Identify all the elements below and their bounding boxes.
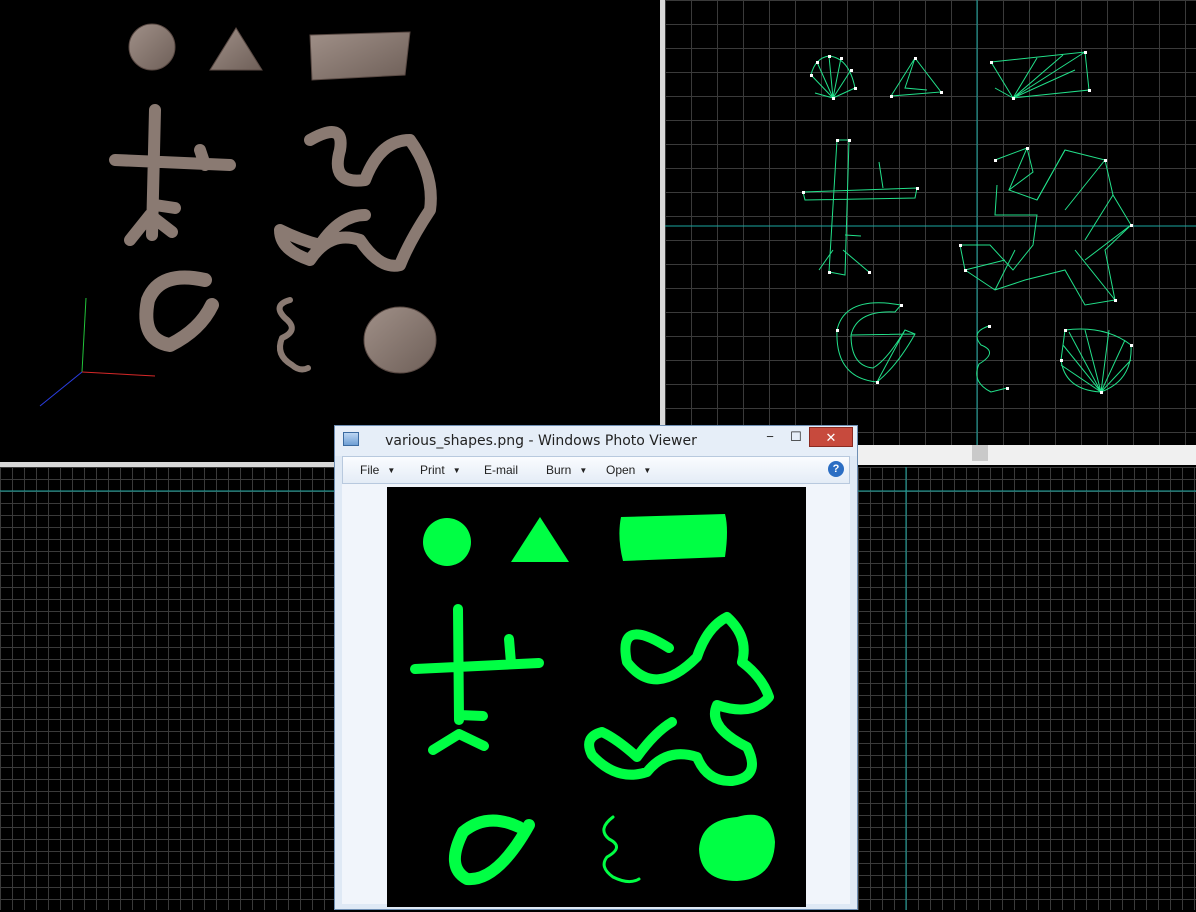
help-icon[interactable]: ? bbox=[828, 461, 844, 477]
wireframe-scene bbox=[665, 0, 1196, 445]
green-s bbox=[602, 815, 641, 884]
stone-circle bbox=[128, 23, 176, 71]
green-circle bbox=[423, 518, 471, 566]
perspective-scene bbox=[39, 23, 437, 407]
stone-disc bbox=[363, 306, 437, 374]
menu-email-label: E-mail bbox=[484, 463, 519, 477]
bottom-right-viewport[interactable] bbox=[858, 467, 1196, 910]
dropdown-caret-icon: ▼ bbox=[643, 466, 652, 476]
window-title: various_shapes.png - Windows Photo Viewe… bbox=[385, 433, 697, 449]
bottom-left-axes bbox=[0, 490, 334, 492]
minimize-icon: − bbox=[766, 429, 774, 444]
photo-viewer-menubar: File ▼ Print ▼ E-mail Burn ▼ Open ▼ ? bbox=[342, 456, 850, 484]
menu-open-label: Open bbox=[606, 463, 636, 477]
minimize-button[interactable]: − bbox=[757, 427, 783, 447]
dropdown-caret-icon: ▼ bbox=[387, 466, 396, 476]
menu-burn-label: Burn bbox=[546, 463, 572, 477]
stone-triangle bbox=[209, 27, 263, 71]
scrollbar-thumb[interactable] bbox=[972, 445, 988, 461]
dropdown-caret-icon: ▼ bbox=[579, 466, 588, 476]
stone-shapes bbox=[128, 23, 437, 374]
grid-major-lines bbox=[665, 0, 1196, 445]
photo-viewer-titlebar[interactable]: various_shapes.png - Windows Photo Viewe… bbox=[335, 426, 857, 456]
wireframe-edges bbox=[802, 51, 1132, 393]
perspective-viewport[interactable] bbox=[0, 0, 660, 462]
menu-print-label: Print bbox=[420, 463, 445, 477]
top-viewport[interactable] bbox=[665, 0, 1196, 445]
stone-rectangle bbox=[309, 31, 411, 81]
close-icon: ✕ bbox=[825, 430, 837, 445]
menu-email[interactable]: E-mail bbox=[484, 463, 518, 477]
stone-s bbox=[276, 297, 311, 373]
green-squiggle bbox=[584, 612, 774, 787]
photo-viewer-content bbox=[342, 484, 850, 907]
menu-file[interactable]: File ▼ bbox=[360, 463, 395, 477]
maximize-icon: ☐ bbox=[790, 429, 802, 444]
close-button[interactable]: ✕ bbox=[809, 427, 853, 447]
maximize-button[interactable]: ☐ bbox=[783, 427, 809, 447]
menu-open[interactable]: Open ▼ bbox=[606, 463, 651, 477]
bottom-right-axes bbox=[858, 467, 1196, 910]
stone-c bbox=[139, 270, 219, 352]
stone-cross bbox=[109, 104, 236, 246]
photo-viewer-window[interactable]: various_shapes.png - Windows Photo Viewe… bbox=[334, 425, 858, 910]
green-c bbox=[449, 814, 535, 886]
axis-gizmo-icon bbox=[39, 297, 156, 407]
dropdown-caret-icon: ▼ bbox=[452, 466, 461, 476]
menu-print[interactable]: Print ▼ bbox=[420, 463, 461, 477]
green-triangle bbox=[511, 517, 569, 562]
stone-squiggle bbox=[274, 126, 437, 272]
bottom-left-viewport[interactable] bbox=[0, 467, 334, 910]
green-rectangle bbox=[619, 514, 727, 561]
green-cross bbox=[410, 604, 544, 755]
top-viewport-scrollbar[interactable] bbox=[858, 445, 1196, 465]
green-shapes-image bbox=[410, 514, 775, 886]
displayed-image bbox=[387, 487, 806, 907]
menu-file-label: File bbox=[360, 463, 380, 477]
green-disc bbox=[699, 814, 775, 881]
menu-burn[interactable]: Burn ▼ bbox=[546, 463, 587, 477]
